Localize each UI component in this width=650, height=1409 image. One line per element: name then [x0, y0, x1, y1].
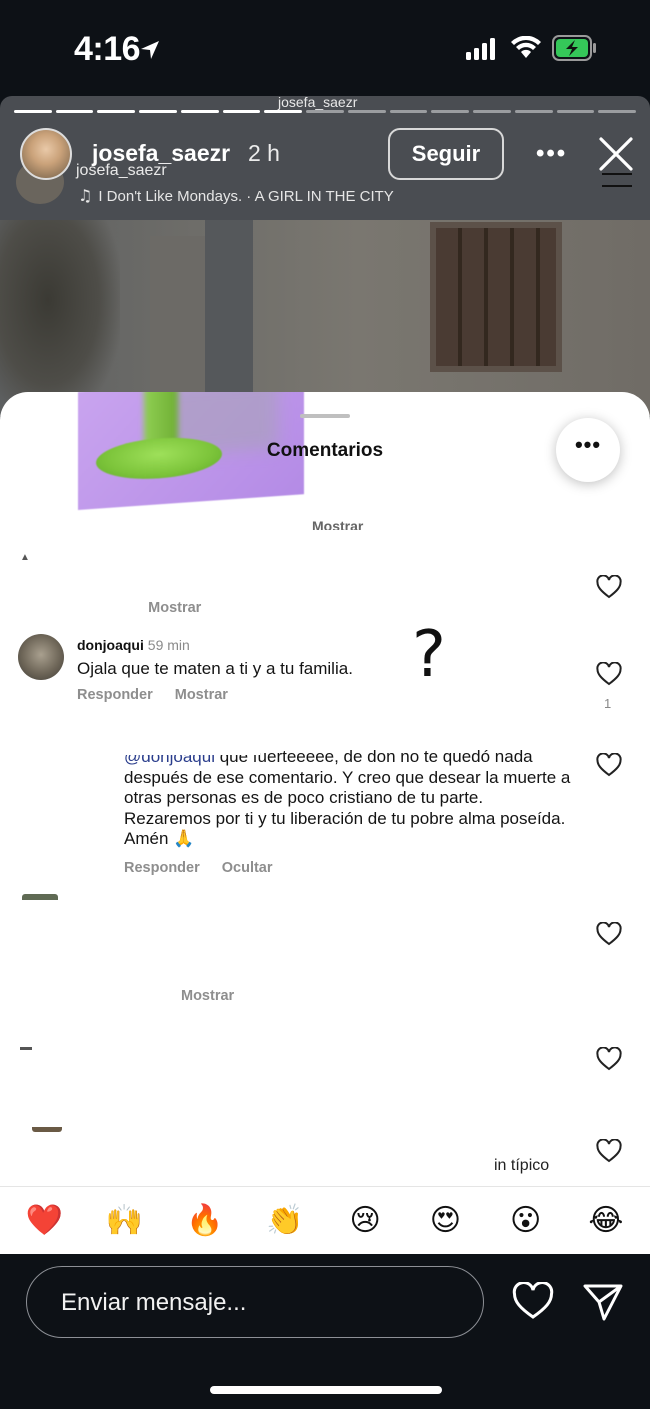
location-arrow-icon — [141, 41, 159, 59]
emoji-reaction-2[interactable]: 🔥 — [183, 1199, 227, 1243]
home-indicator[interactable] — [210, 1386, 442, 1394]
status-bar: 4:16 — [0, 0, 650, 96]
story-progress-segment — [97, 110, 136, 113]
mask — [0, 589, 170, 601]
story-photo-building — [150, 236, 210, 416]
heart-outline-icon[interactable] — [596, 753, 622, 777]
music-note-icon: ♫ — [78, 186, 93, 205]
cellular-signal-icon — [466, 38, 495, 60]
comment-row-redacted — [0, 1037, 650, 1087]
ghost-username: josefa_saezr — [278, 96, 358, 110]
story-progress-segment — [222, 110, 261, 113]
commenter-avatar-cut — [22, 894, 58, 900]
comment-actions: Responder Mostrar — [77, 687, 228, 703]
heart-outline-icon[interactable] — [596, 922, 622, 946]
heart-outline-icon[interactable] — [596, 1047, 622, 1071]
emoji-reaction-3[interactable]: 👏 — [263, 1199, 307, 1243]
send-icon[interactable] — [582, 1282, 624, 1322]
story-more-button[interactable]: ••• — [536, 140, 567, 168]
show-replies-button[interactable]: Mostrar — [175, 687, 228, 703]
heart-icon[interactable] — [512, 1282, 554, 1320]
story-progress-segment — [306, 110, 344, 113]
sheet-drag-handle[interactable] — [300, 414, 350, 418]
like-count: 1 — [604, 696, 612, 711]
emoji-reaction-0[interactable]: ❤️ — [22, 1199, 66, 1243]
commenter-avatar[interactable] — [18, 634, 64, 680]
reply-button[interactable]: Responder — [124, 860, 200, 876]
show-replies-button[interactable]: Mostrar — [148, 600, 201, 616]
comment-row-redacted: in típico — [0, 1127, 650, 1187]
emoji-reaction-4[interactable]: 😢 — [343, 1199, 387, 1243]
heart-outline-icon[interactable] — [596, 575, 622, 599]
emoji-reaction-1[interactable]: 🙌 — [102, 1199, 146, 1243]
reply-row: @donjoaqui que fuerteeeee, de don no te … — [0, 747, 650, 882]
story-posted-ago: 2 h — [248, 140, 280, 166]
story-progress-segment — [347, 110, 386, 113]
message-placeholder: Enviar mensaje... — [61, 1289, 247, 1316]
wifi-icon — [511, 36, 541, 58]
fragment-dot: ▲ — [20, 552, 30, 563]
mask — [120, 747, 260, 755]
story-progress-segment — [431, 110, 470, 113]
story-music[interactable]: ♫ I Don't Like Mondays. · A GIRL IN THE C… — [78, 186, 394, 205]
comment-row-redacted: Mostrar — [0, 892, 650, 1012]
avatar[interactable] — [20, 128, 72, 180]
fragment-text: in típico — [494, 1157, 550, 1174]
mask — [0, 530, 650, 536]
commenter-avatar-cut — [32, 1127, 62, 1132]
story-username[interactable]: josefa_saezr — [92, 140, 230, 167]
music-label: I Don't Like Mondays. · A GIRL IN THE CI… — [98, 188, 394, 205]
sheet-title: Comentarios — [266, 440, 384, 461]
chevron-down-icon[interactable] — [596, 1139, 622, 1163]
menu-icon — [602, 173, 632, 187]
story-progress-segment — [473, 110, 511, 113]
story-viewer[interactable]: josefa_saezr josefa_saezr josefa_saezr 2… — [0, 96, 650, 416]
emoji-reaction-6[interactable]: 😮 — [504, 1199, 548, 1243]
story-progress-segment — [180, 110, 219, 113]
message-input[interactable]: Enviar mensaje... — [26, 1266, 484, 1338]
emoji-reaction-7[interactable]: 😂 — [584, 1199, 628, 1243]
show-replies-button[interactable]: Mostrar — [181, 988, 234, 1004]
reply-text: @donjoaqui que fuerteeeee, de don no te … — [124, 747, 574, 850]
comment-time: 59 min — [147, 637, 190, 653]
story-progress-segment — [556, 110, 595, 113]
sheet-more-button[interactable]: ••• — [556, 418, 620, 482]
battery-charging-icon — [552, 35, 596, 61]
hide-replies-button[interactable]: Ocultar — [222, 860, 273, 876]
comment-row: donjoaqui 59 min Ojala que te maten a ti… — [0, 632, 650, 712]
story-progress-segment — [514, 110, 553, 113]
story-photo-tree — [0, 220, 120, 416]
reply-button[interactable]: Responder — [77, 687, 153, 703]
comment-username[interactable]: donjoaqui 59 min — [77, 637, 190, 653]
story-progress-segment — [14, 110, 52, 113]
comment-username-text[interactable]: donjoaqui — [77, 637, 144, 653]
story-photo-window — [430, 222, 562, 372]
close-icon[interactable] — [598, 136, 634, 172]
comment-row: ponderMostrar — [0, 567, 650, 617]
story-progress-segment — [264, 110, 303, 113]
reply-actions: Responder Ocultar — [124, 860, 273, 876]
story-progress-bar — [14, 110, 637, 113]
fragment-mark — [20, 1047, 32, 1050]
comment-text: Ojala que te maten a ti y a tu familia. — [77, 659, 353, 678]
emoji-reaction-bar: ❤️ 🙌 🔥 👏 😢 😍 😮 😂 — [0, 1186, 650, 1254]
heart-outline-icon[interactable] — [596, 662, 622, 686]
clock-time: 4:16 — [74, 30, 141, 68]
follow-button[interactable]: Seguir — [388, 128, 504, 180]
question-mark-annotation: ? — [412, 618, 446, 692]
comments-sheet: Comentarios ••• Mostrar ▲ ponderMostrar … — [0, 392, 650, 1254]
story-progress-segment — [55, 110, 94, 113]
emoji-reaction-5[interactable]: 😍 — [423, 1199, 467, 1243]
story-progress-segment — [139, 110, 177, 113]
story-progress-segment — [389, 110, 428, 113]
story-progress-segment — [598, 110, 637, 113]
comment-actions: ponderMostrar — [77, 600, 201, 616]
story-photo-pole — [205, 220, 253, 416]
